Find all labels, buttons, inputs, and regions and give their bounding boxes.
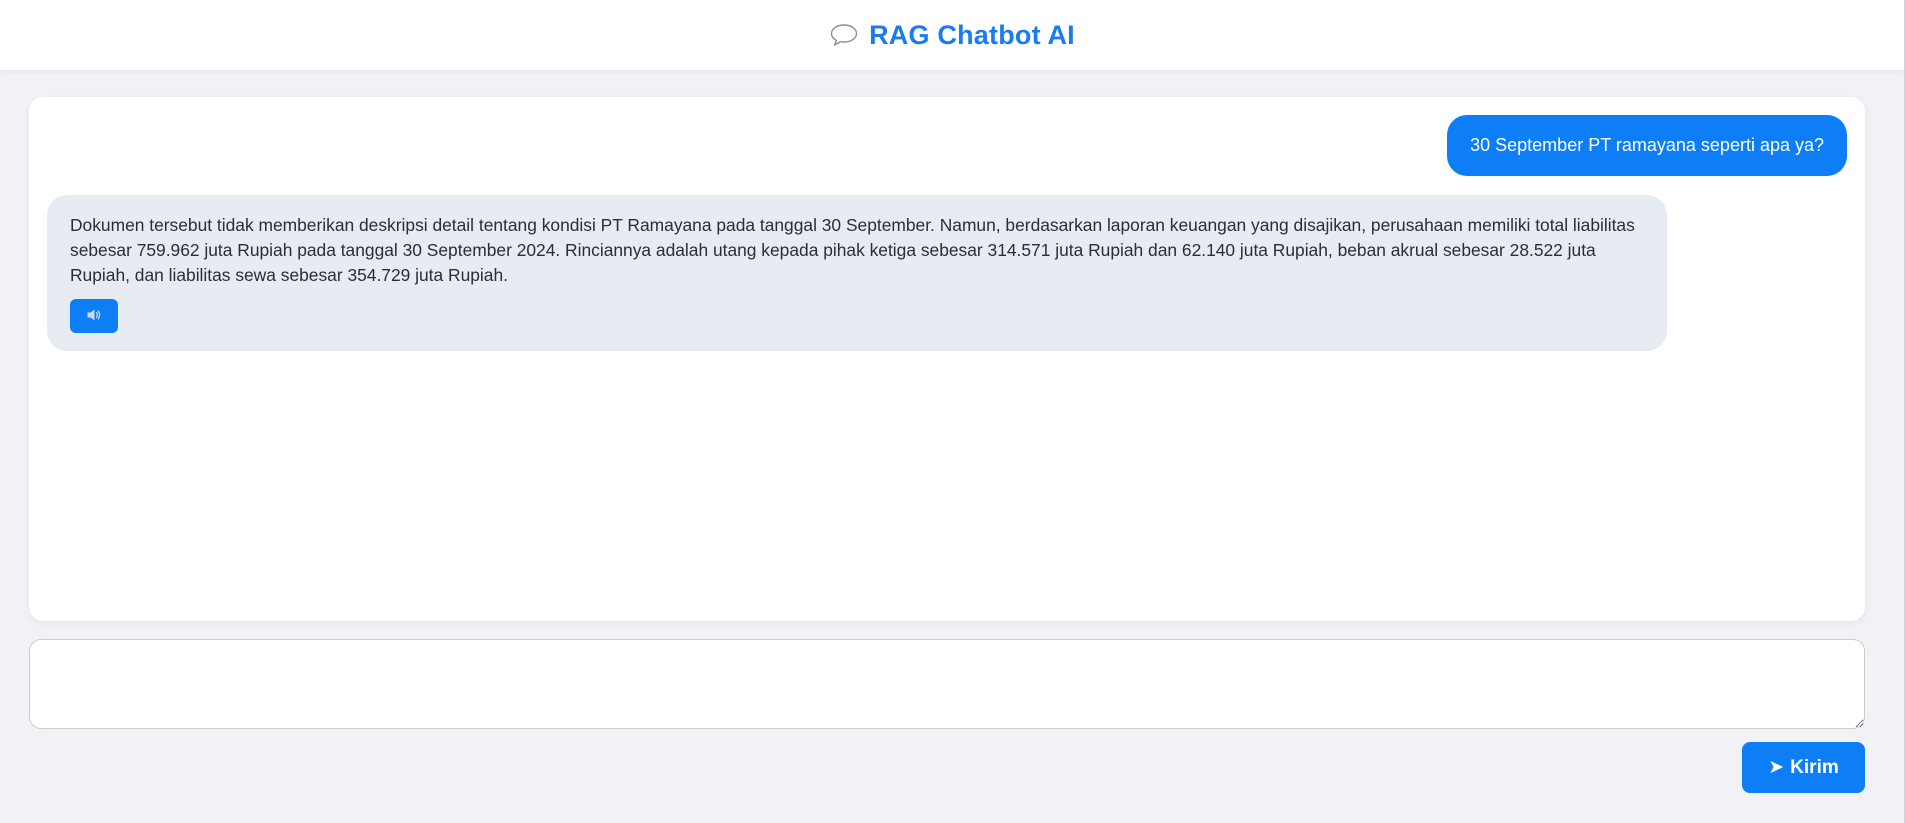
send-button-label: Kirim xyxy=(1790,756,1839,778)
speaker-icon xyxy=(86,308,102,325)
app-header: RAG Chatbot AI xyxy=(0,0,1904,70)
read-aloud-button[interactable] xyxy=(70,299,118,333)
chat-app: RAG Chatbot AI 30 September PT ramayana … xyxy=(0,0,1906,823)
speech-bubble-icon xyxy=(829,22,859,48)
bot-message-bubble: Dokumen tersebut tidak memberikan deskri… xyxy=(47,195,1667,351)
user-message-bubble: 30 September PT ramayana seperti apa ya? xyxy=(1447,115,1847,176)
page-title: RAG Chatbot AI xyxy=(869,19,1075,50)
message-input[interactable] xyxy=(29,639,1865,729)
header-title-group: RAG Chatbot AI xyxy=(829,20,1075,51)
send-button[interactable]: ➤ Kirim xyxy=(1742,742,1865,793)
send-arrow-icon: ➤ xyxy=(1768,757,1785,778)
chat-messages-panel: 30 September PT ramayana seperti apa ya?… xyxy=(29,97,1865,621)
bot-message-text: Dokumen tersebut tidak memberikan deskri… xyxy=(70,215,1635,285)
user-message-text: 30 September PT ramayana seperti apa ya? xyxy=(1470,135,1824,155)
